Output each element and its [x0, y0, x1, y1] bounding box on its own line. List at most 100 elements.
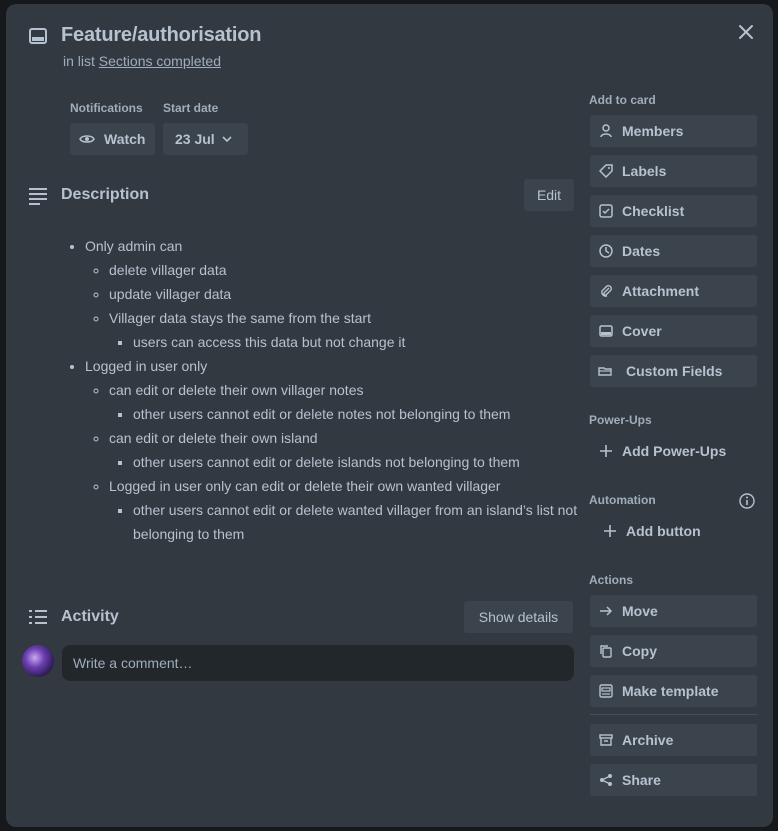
automation-label: Automation [589, 493, 656, 507]
archive-button[interactable]: Archive [590, 724, 757, 756]
description-list-item: update villager data [109, 282, 581, 306]
description-content[interactable]: Only admin can delete villager data update… [61, 234, 581, 546]
watch-button[interactable]: Watch [70, 123, 155, 155]
start-date-label: Start date [163, 101, 219, 115]
description-sublist: other users cannot edit or delete wanted… [109, 498, 581, 546]
description-item-text: update villager data [109, 286, 232, 302]
description-sublist: users can access this data but not chang… [109, 330, 581, 354]
description-item-text: users can access this data but not chang… [133, 334, 406, 350]
description-list-item: Logged in user only can edit or delete th… [85, 354, 581, 546]
move-button[interactable]: Move [590, 595, 757, 627]
description-icon [27, 185, 49, 207]
description-list-item: delete villager data [109, 258, 581, 282]
members-button[interactable]: Members [590, 115, 757, 147]
card-detail-modal: Feature/authorisation in list Sections c… [6, 4, 773, 827]
share-label: Share [622, 772, 661, 788]
activity-title: Activity [61, 608, 119, 625]
person-icon [599, 124, 613, 138]
eye-icon [79, 135, 95, 143]
close-button[interactable] [732, 18, 760, 46]
members-label: Members [622, 123, 684, 139]
close-icon [739, 25, 753, 39]
paperclip-icon [599, 284, 613, 298]
plus-icon [603, 524, 617, 538]
copy-label: Copy [622, 643, 657, 659]
description-item-text: other users cannot edit or delete wanted… [133, 502, 578, 542]
add-to-card-label: Add to card [589, 93, 656, 107]
comment-input[interactable] [62, 645, 574, 681]
checklist-label: Checklist [622, 203, 685, 219]
description-item-text: Logged in user only can edit or delete t… [109, 478, 501, 494]
description-title: Description [61, 186, 150, 203]
card-title[interactable]: Feature/authorisation [61, 24, 261, 47]
description-list-item: Villager data stays the same from the st… [109, 306, 581, 354]
description-item-text: can edit or delete their own villager no… [109, 382, 364, 398]
checklist-button[interactable]: Checklist [590, 195, 757, 227]
avatar[interactable] [22, 645, 54, 677]
description-item-text: Only admin can [85, 238, 183, 254]
start-date-button[interactable]: 23 Jul [163, 123, 248, 155]
show-details-button[interactable]: Show details [464, 601, 573, 633]
attachment-button[interactable]: Attachment [590, 275, 757, 307]
move-label: Move [622, 603, 658, 619]
actions-label: Actions [589, 573, 634, 587]
make-template-button[interactable]: Make template [590, 675, 757, 707]
labels-button[interactable]: Labels [590, 155, 757, 187]
archive-label: Archive [622, 732, 674, 748]
description-item-text: other users cannot edit or delete island… [133, 454, 520, 470]
description-list-item: can edit or delete their own villager no… [109, 378, 581, 426]
info-icon[interactable] [739, 493, 755, 509]
description-list-item: other users cannot edit or delete wanted… [133, 498, 581, 546]
card-list-info: in list Sections completed [63, 53, 221, 69]
description-sublist: other users cannot edit or delete notes … [109, 402, 581, 426]
description-item-text: Villager data stays the same from the st… [109, 310, 371, 326]
dates-button[interactable]: Dates [590, 235, 757, 267]
description-sublist: can edit or delete their own villager no… [85, 378, 581, 546]
custom-fields-icon [598, 364, 612, 378]
clock-icon [599, 244, 613, 258]
copy-icon [599, 644, 613, 658]
start-date-value: 23 Jul [175, 131, 215, 147]
dates-label: Dates [622, 243, 661, 259]
edit-description-button[interactable]: Edit [524, 179, 574, 211]
card-icon [28, 26, 48, 46]
custom-fields-label: Custom Fields [626, 363, 723, 379]
copy-button[interactable]: Copy [590, 635, 757, 667]
share-button[interactable]: Share [590, 764, 757, 796]
tag-icon [599, 164, 613, 178]
power-ups-label: Power-Ups [589, 413, 652, 427]
add-automation-button[interactable]: Add button [590, 515, 757, 547]
description-sublist: delete villager data update villager data… [85, 258, 581, 354]
template-icon [599, 684, 613, 698]
description-item-text: can edit or delete their own island [109, 430, 318, 446]
labels-label: Labels [622, 163, 667, 179]
notifications-label: Notifications [70, 101, 143, 115]
plus-icon [599, 444, 613, 458]
description-list-item: Logged in user only can edit or delete t… [109, 474, 581, 546]
checkbox-icon [599, 204, 613, 218]
description-sublist: other users cannot edit or delete island… [109, 450, 581, 474]
make-template-label: Make template [622, 683, 719, 699]
description-item-text: Logged in user only [85, 358, 208, 374]
sidebar-divider [590, 714, 757, 715]
attachment-label: Attachment [622, 283, 700, 299]
chevron-down-icon [222, 136, 232, 143]
list-link[interactable]: Sections completed [99, 53, 221, 69]
archive-icon [599, 733, 613, 747]
add-power-ups-label: Add Power-Ups [622, 443, 727, 459]
in-list-prefix: in list [63, 53, 95, 69]
description-list: Only admin can delete villager data update… [61, 234, 581, 546]
description-list-item: users can access this data but not chang… [133, 330, 581, 354]
cover-button[interactable]: Cover [590, 315, 757, 347]
description-list-item: Only admin can delete villager data update… [85, 234, 581, 354]
cover-label: Cover [622, 323, 662, 339]
add-button-label: Add button [626, 523, 701, 539]
description-list-item: can edit or delete their own island other… [109, 426, 581, 474]
description-item-text: delete villager data [109, 262, 227, 278]
activity-icon [27, 607, 49, 629]
description-list-item: other users cannot edit or delete island… [133, 450, 581, 474]
description-list-item: other users cannot edit or delete notes … [133, 402, 581, 426]
description-item-text: other users cannot edit or delete notes … [133, 406, 511, 422]
add-power-ups-button[interactable]: Add Power-Ups [590, 435, 757, 467]
custom-fields-button[interactable]: Custom Fields [590, 355, 757, 387]
